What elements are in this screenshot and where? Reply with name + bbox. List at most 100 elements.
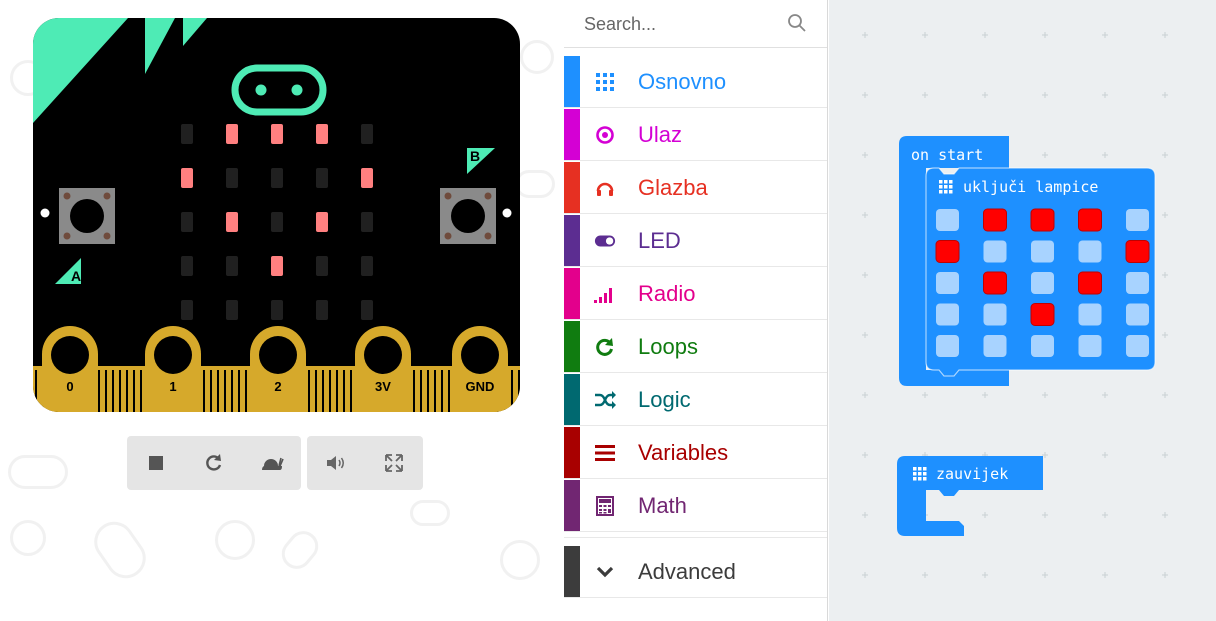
led-cell-off[interactable] xyxy=(1078,335,1102,357)
led-cell-off[interactable] xyxy=(1031,272,1054,294)
led-off xyxy=(181,124,193,144)
button-screw xyxy=(63,232,71,240)
led-cell-off[interactable] xyxy=(1126,209,1149,231)
grid-icon xyxy=(594,71,616,93)
led-matrix xyxy=(181,124,373,320)
category-radio[interactable]: Radio xyxy=(564,268,827,320)
led-cell-off[interactable] xyxy=(1126,335,1149,357)
led-cell-off[interactable] xyxy=(1031,240,1054,263)
category-logic[interactable]: Logic xyxy=(564,374,827,426)
restart-button[interactable] xyxy=(185,436,243,490)
microbit-board-graphic: A B 0 1 2 3V GND xyxy=(33,18,520,412)
led-cell-on[interactable] xyxy=(935,240,960,263)
category-ulaz[interactable]: Ulaz xyxy=(564,109,827,161)
pin-3v[interactable]: 3V xyxy=(355,326,411,412)
led-cell-on[interactable] xyxy=(1030,303,1055,326)
connector-strip xyxy=(203,370,205,412)
led-on xyxy=(271,124,283,144)
forever-block[interactable]: zauvijek xyxy=(897,456,1043,536)
button-screw xyxy=(444,192,452,200)
category-label: Glazba xyxy=(638,174,708,200)
category-color-bar xyxy=(564,109,580,160)
led-cell-on[interactable] xyxy=(1125,240,1150,263)
background-doodle xyxy=(275,525,325,575)
grid-mark xyxy=(862,212,868,218)
pin-1[interactable]: 1 xyxy=(145,326,201,412)
led-off xyxy=(271,168,283,188)
led-cell-on[interactable] xyxy=(983,271,1007,295)
category-osnovno[interactable]: Osnovno xyxy=(564,56,827,108)
show-leds-block[interactable]: uključi lampice xyxy=(925,167,1156,377)
pin-gnd[interactable]: GND xyxy=(452,326,508,412)
pin-0[interactable]: 0 xyxy=(42,326,98,412)
led-cell-off[interactable] xyxy=(1031,335,1054,357)
grid-mark xyxy=(922,32,928,38)
button-b[interactable] xyxy=(440,188,496,244)
led-on xyxy=(316,212,328,232)
restart-icon xyxy=(206,454,222,471)
led-cell-off[interactable] xyxy=(1126,303,1149,326)
simulator-panel: A B 0 1 2 3V GND xyxy=(0,0,564,621)
connector-strip xyxy=(511,370,513,412)
grid-mark xyxy=(1162,452,1168,458)
search-icon[interactable] xyxy=(787,13,807,33)
category-loops[interactable]: Loops xyxy=(564,321,827,373)
block-workspace[interactable]: on start uključi lampice zauvijek xyxy=(829,0,1216,621)
forever-label: zauvijek xyxy=(936,465,1008,483)
led-off xyxy=(226,300,238,320)
button-b-cap[interactable] xyxy=(451,199,485,233)
led-cell-on[interactable] xyxy=(1078,271,1102,295)
led-cell-off[interactable] xyxy=(1078,303,1102,326)
led-off xyxy=(271,212,283,232)
button-screw xyxy=(484,232,492,240)
fullscreen-icon xyxy=(385,454,403,472)
board-accent xyxy=(33,18,128,123)
led-cell-off[interactable] xyxy=(1126,272,1149,294)
category-variables[interactable]: Variables xyxy=(564,427,827,479)
category-advanced[interactable]: Advanced xyxy=(564,546,827,598)
button-a-cap[interactable] xyxy=(70,199,104,233)
category-color-bar xyxy=(564,162,580,213)
grid-mark xyxy=(862,332,868,338)
grid-mark xyxy=(1102,392,1108,398)
led-cell-off[interactable] xyxy=(936,272,959,294)
led-cell-on[interactable] xyxy=(1030,208,1055,232)
search-input[interactable] xyxy=(584,10,784,38)
led-on xyxy=(181,168,193,188)
led-cell-off[interactable] xyxy=(983,303,1007,326)
grid-mark xyxy=(922,572,928,578)
grid-mark xyxy=(1102,32,1108,38)
button-screw xyxy=(444,232,452,240)
led-off xyxy=(226,256,238,276)
background-doodle xyxy=(410,500,450,526)
pin-hole xyxy=(154,336,192,374)
category-color-bar xyxy=(564,374,580,425)
category-glazba[interactable]: Glazba xyxy=(564,162,827,214)
category-color-bar xyxy=(564,546,580,597)
slow-motion-button[interactable] xyxy=(243,436,301,490)
led-cell-off[interactable] xyxy=(936,303,959,326)
category-label: Radio xyxy=(638,280,696,306)
toolbox: Osnovno Ulaz Glazba LED Radio Loops xyxy=(564,0,828,621)
background-doodle xyxy=(500,540,540,580)
led-cell-on[interactable] xyxy=(1078,208,1102,232)
pin-2[interactable]: 2 xyxy=(250,326,306,412)
led-cell-on[interactable] xyxy=(983,208,1007,232)
category-led[interactable]: LED xyxy=(564,215,827,267)
category-math[interactable]: Math xyxy=(564,480,827,532)
led-cell-off[interactable] xyxy=(983,240,1007,263)
grid-mark xyxy=(1162,332,1168,338)
led-cell-off[interactable] xyxy=(936,335,959,357)
background-doodle xyxy=(8,455,68,489)
led-cell-off[interactable] xyxy=(983,335,1007,357)
connector-strip xyxy=(35,370,37,412)
led-cell-off[interactable] xyxy=(936,209,959,231)
fullscreen-button[interactable] xyxy=(365,436,423,490)
led-on xyxy=(226,212,238,232)
grid-mark xyxy=(982,32,988,38)
stop-button[interactable] xyxy=(127,436,185,490)
button-a[interactable] xyxy=(59,188,115,244)
led-cell-off[interactable] xyxy=(1078,240,1102,263)
mute-button[interactable] xyxy=(307,436,365,490)
grid-mark xyxy=(1042,152,1048,158)
